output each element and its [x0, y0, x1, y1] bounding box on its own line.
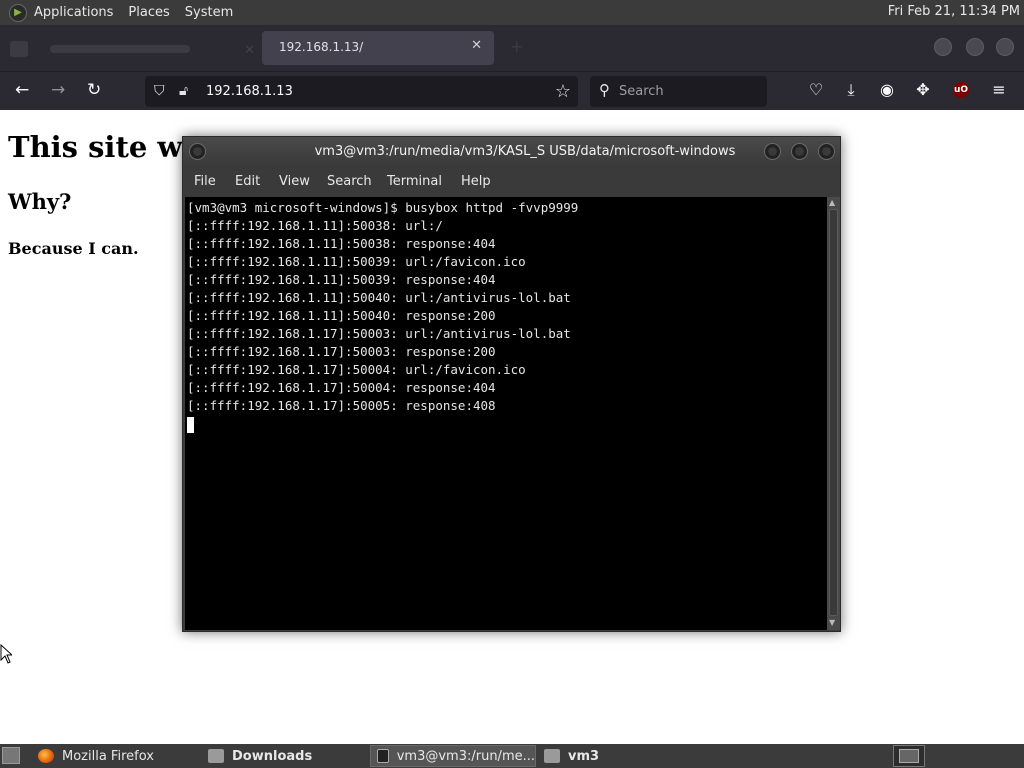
terminal-line: [::ffff:192.168.1.17]:50005: response:40… — [187, 398, 496, 413]
folder-icon — [208, 749, 224, 763]
tab-title: 192.168.1.13/ — [279, 40, 364, 54]
terminal-icon — [377, 749, 389, 763]
ghost-tab: ✕ — [10, 33, 255, 65]
taskbar-item-label: Downloads — [232, 748, 313, 764]
terminal-window[interactable]: vm3@vm3:/run/media/vm3/KASL_S USB/data/m… — [182, 136, 841, 632]
account-icon[interactable]: ◉ — [877, 80, 897, 100]
menu-help[interactable]: Help — [461, 174, 491, 189]
page-text: Because I can. — [8, 239, 139, 258]
workspace-switcher[interactable] — [893, 745, 925, 767]
shield-icon[interactable]: ⛉ — [154, 83, 165, 99]
taskbar-item-downloads[interactable]: Downloads — [202, 745, 368, 767]
terminal-titlebar[interactable]: vm3@vm3:/run/media/vm3/KASL_S USB/data/m… — [183, 137, 840, 167]
hamburger-menu-icon[interactable]: ≡ — [989, 80, 1009, 100]
terminal-line: [vm3@vm3 microsoft-windows]$ busybox htt… — [187, 200, 579, 215]
taskbar-item-terminal[interactable]: vm3@vm3:/run/me... — [370, 745, 536, 767]
window-menu-button[interactable] — [189, 143, 206, 160]
terminal-line: [::ffff:192.168.1.17]:50003: response:20… — [187, 344, 496, 359]
forward-arrow-icon[interactable]: → — [51, 80, 65, 100]
menu-terminal[interactable]: Terminal — [387, 174, 442, 189]
tab-close-icon[interactable]: ✕ — [471, 38, 482, 53]
system-menu[interactable]: System — [185, 5, 233, 20]
terminal-line: [::ffff:192.168.1.11]:50039: url:/favico… — [187, 254, 526, 269]
places-menu[interactable]: Places — [128, 5, 169, 20]
bookmark-star-icon[interactable]: ☆ — [555, 81, 571, 102]
terminal-close-button[interactable] — [818, 143, 835, 160]
new-tab-icon[interactable]: + — [510, 37, 523, 56]
page-subheading: Why? — [8, 189, 72, 214]
close-window-button[interactable] — [996, 38, 1014, 56]
taskbar-item-label: vm3 — [568, 748, 600, 764]
back-arrow-icon[interactable]: ← — [15, 80, 29, 100]
pocket-icon[interactable]: ♡ — [806, 80, 826, 100]
scrollbar-thumb[interactable] — [829, 209, 838, 616]
top-panel: ▶ Applications Places System Fri Feb 21,… — [0, 0, 1024, 25]
terminal-line: [::ffff:192.168.1.17]:50003: url:/antivi… — [187, 326, 571, 341]
search-bar[interactable]: ⚲ Search — [590, 76, 767, 107]
terminal-menubar: File Edit View Search Terminal Help — [183, 167, 840, 197]
terminal-line: [::ffff:192.168.1.11]:50040: response:20… — [187, 308, 496, 323]
ublock-icon[interactable]: uO — [953, 82, 969, 98]
reload-icon[interactable]: ↻ — [87, 80, 101, 100]
terminal-scrollbar[interactable]: ▲ ▼ — [827, 197, 840, 630]
terminal-line: [::ffff:192.168.1.11]:50040: url:/antivi… — [187, 290, 571, 305]
maximize-button[interactable] — [966, 38, 984, 56]
lock-icon[interactable]: 🔓︎ — [179, 83, 188, 99]
menu-edit[interactable]: Edit — [235, 174, 260, 189]
folder-icon — [544, 749, 560, 763]
tab-current[interactable]: 192.168.1.13/ ✕ — [262, 31, 494, 65]
minimize-button[interactable] — [934, 38, 952, 56]
show-desktop-icon[interactable] — [2, 747, 20, 764]
terminal-maximize-button[interactable] — [791, 143, 808, 160]
menu-view[interactable]: View — [279, 174, 310, 189]
search-icon: ⚲ — [599, 81, 610, 99]
terminal-output[interactable]: [vm3@vm3 microsoft-windows]$ busybox htt… — [185, 197, 827, 630]
applications-menu[interactable]: Applications — [34, 5, 113, 20]
terminal-line: [::ffff:192.168.1.11]:50039: response:40… — [187, 272, 496, 287]
taskbar-item-label: Mozilla Firefox — [62, 748, 154, 764]
search-placeholder: Search — [619, 84, 664, 99]
menu-search[interactable]: Search — [327, 174, 372, 189]
menu-file[interactable]: File — [194, 174, 216, 189]
taskbar: Mozilla Firefox Downloads vm3@vm3:/run/m… — [0, 744, 1024, 768]
taskbar-item-firefox[interactable]: Mozilla Firefox — [32, 745, 198, 767]
terminal-line: [::ffff:192.168.1.11]:50038: response:40… — [187, 236, 496, 251]
url-text[interactable]: 192.168.1.13 — [206, 84, 293, 99]
scroll-up-icon[interactable]: ▲ — [829, 198, 835, 207]
browser-navbar: ← → ↻ ⛉ 🔓︎ 192.168.1.13 ☆ ⚲ Search ♡ ⤓ ◉… — [0, 71, 1024, 110]
distro-logo-icon[interactable]: ▶ — [9, 3, 27, 22]
terminal-line: [::ffff:192.168.1.17]:50004: response:40… — [187, 380, 496, 395]
download-icon[interactable]: ⤓ — [841, 80, 861, 100]
firefox-icon — [38, 749, 54, 763]
taskbar-item-vm3[interactable]: vm3 — [538, 745, 704, 767]
taskbar-item-label: vm3@vm3:/run/me... — [396, 748, 535, 764]
url-bar[interactable]: ⛉ 🔓︎ 192.168.1.13 ☆ — [145, 76, 578, 107]
terminal-line: [::ffff:192.168.1.17]:50004: url:/favico… — [187, 362, 526, 377]
terminal-minimize-button[interactable] — [764, 143, 781, 160]
clock[interactable]: Fri Feb 21, 11:34 PM — [888, 4, 1020, 19]
terminal-title: vm3@vm3:/run/media/vm3/KASL_S USB/data/m… — [314, 144, 736, 159]
extensions-icon[interactable]: ✥ — [913, 80, 933, 100]
terminal-line: [::ffff:192.168.1.11]:50038: url:/ — [187, 218, 443, 233]
mouse-pointer-icon — [0, 644, 12, 664]
browser-tab-strip: ✕ 192.168.1.13/ ✕ + — [0, 25, 1024, 71]
scroll-down-icon[interactable]: ▼ — [829, 618, 835, 627]
terminal-cursor — [187, 417, 194, 433]
